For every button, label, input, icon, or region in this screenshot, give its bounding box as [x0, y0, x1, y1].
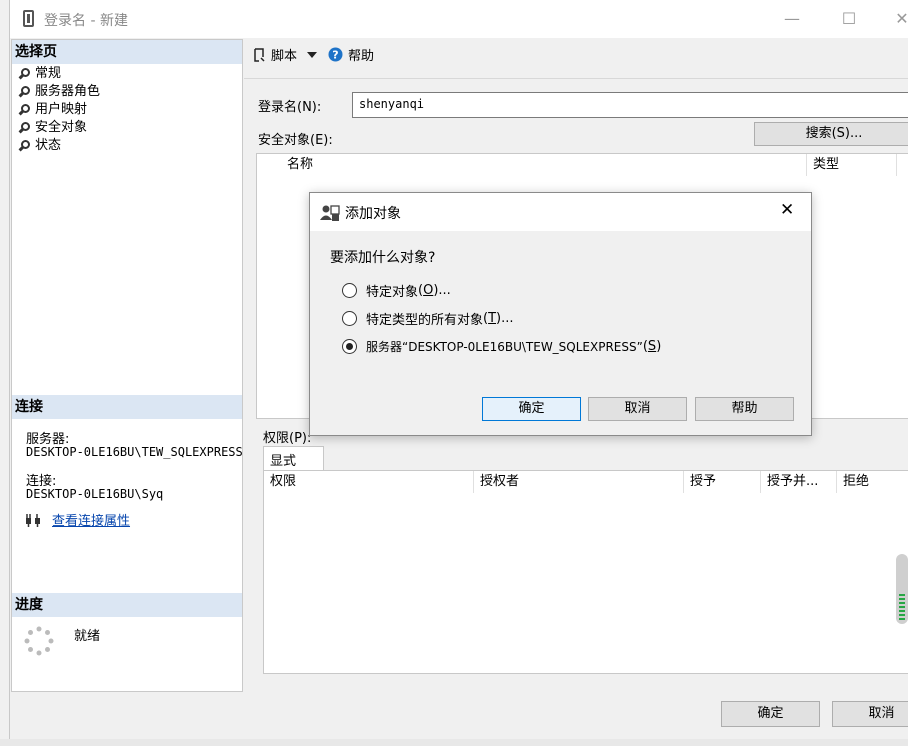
toolbar: 脚本 ? 帮助 [244, 39, 908, 79]
column-header-type[interactable]: 类型 [807, 154, 897, 176]
wrench-icon [18, 67, 30, 80]
server-value: DESKTOP-0LE16BU\TEW_SQLEXPRESS [26, 445, 242, 459]
view-connection-link[interactable]: 查看连接属性 [52, 510, 130, 529]
progress-status: 就绪 [74, 629, 101, 644]
view-connection-properties[interactable]: 查看连接属性 [24, 510, 130, 529]
dialog-close-button[interactable]: ✕ [780, 200, 794, 220]
dialog-help-button[interactable]: 帮助 [695, 397, 794, 421]
svg-text:?: ? [332, 49, 338, 62]
vertical-scrollbar-thumb[interactable] [896, 554, 908, 624]
window-title: 登录名 - 新建 [44, 13, 128, 29]
select-page-header: 选择页 [12, 40, 242, 64]
wrench-icon [18, 85, 30, 98]
page-user-mapping[interactable]: 用户映射 [18, 101, 87, 119]
page-securables[interactable]: 安全对象 [18, 119, 87, 137]
radio-all-objects-of-type[interactable]: 特定类型的所有对象(T)... [342, 308, 514, 328]
wrench-icon [18, 103, 30, 116]
add-objects-dialog: 添加对象 ✕ 要添加什么对象? 特定对象(O)... 特定类型的所有对象(T).… [309, 192, 812, 436]
page-server-roles[interactable]: 服务器角色 [18, 83, 100, 101]
securables-label: 安全对象(E): [258, 133, 333, 148]
progress-spinner-icon [24, 626, 54, 656]
column-header-with-grant[interactable]: 授予并... [761, 471, 837, 493]
connection-header: 连接 [12, 395, 242, 419]
search-button[interactable]: 搜索(S)... [754, 122, 908, 146]
dropdown-arrow-icon[interactable] [307, 51, 318, 58]
column-header-grant[interactable]: 授予 [684, 471, 761, 493]
radio-server[interactable]: 服务器“DESKTOP-0LE16BU\TEW_SQLEXPRESS”(S) [342, 336, 661, 356]
dialog-title-bar: 添加对象 ✕ [310, 193, 811, 231]
dialog-title: 添加对象 [345, 206, 401, 222]
permissions-grid[interactable]: 权限 授权者 授予 授予并... 拒绝 [263, 470, 908, 674]
wrench-icon [18, 121, 30, 134]
title-bar: 登录名 - 新建 — ☐ ✕ [10, 0, 908, 38]
column-header-deny[interactable]: 拒绝 [837, 471, 908, 493]
minimize-button[interactable]: — [780, 8, 804, 30]
column-header-name[interactable]: 名称 [281, 154, 807, 176]
help-icon: ? [328, 47, 343, 62]
close-button[interactable]: ✕ [890, 8, 908, 30]
radio-specific-objects[interactable]: 特定对象(O)... [342, 280, 451, 300]
maximize-button[interactable]: ☐ [837, 8, 861, 30]
wrench-icon [18, 139, 30, 152]
column-header-permission[interactable]: 权限 [264, 471, 474, 493]
permissions-label: 权限(P): [263, 431, 312, 446]
login-name-input[interactable]: shenyanqi [352, 92, 908, 118]
connection-value: DESKTOP-0LE16BU\Syq [26, 487, 164, 501]
cancel-button[interactable]: 取消 [832, 701, 908, 727]
connection-plug-icon [26, 513, 40, 527]
app-icon [23, 10, 34, 27]
radio-server-indicator[interactable] [342, 338, 357, 354]
column-header-grantor[interactable]: 授权者 [474, 471, 684, 493]
radio-all-objects-of-type-indicator[interactable] [342, 310, 357, 326]
script-icon [254, 47, 265, 62]
script-button[interactable]: 脚本 [252, 45, 318, 64]
left-panel: 选择页 常规 服务器角色 用户映射 安全对象 状态 连接 服务器: DESKTO… [11, 39, 243, 692]
ok-button[interactable]: 确定 [721, 701, 820, 727]
add-object-icon [320, 205, 340, 221]
radio-specific-objects-indicator[interactable] [342, 282, 357, 298]
scrollbar-grip-icon [899, 594, 905, 620]
page-status[interactable]: 状态 [18, 137, 61, 155]
login-name-label: 登录名(N): [258, 100, 322, 115]
tab-explicit[interactable]: 显式 [263, 446, 324, 470]
help-button[interactable]: ? 帮助 [328, 45, 374, 64]
page-general[interactable]: 常规 [18, 65, 61, 83]
dialog-question: 要添加什么对象? [330, 250, 436, 266]
progress-header: 进度 [12, 593, 242, 617]
background-strip [0, 739, 908, 746]
dialog-ok-button[interactable]: 确定 [482, 397, 581, 421]
dialog-cancel-button[interactable]: 取消 [588, 397, 687, 421]
